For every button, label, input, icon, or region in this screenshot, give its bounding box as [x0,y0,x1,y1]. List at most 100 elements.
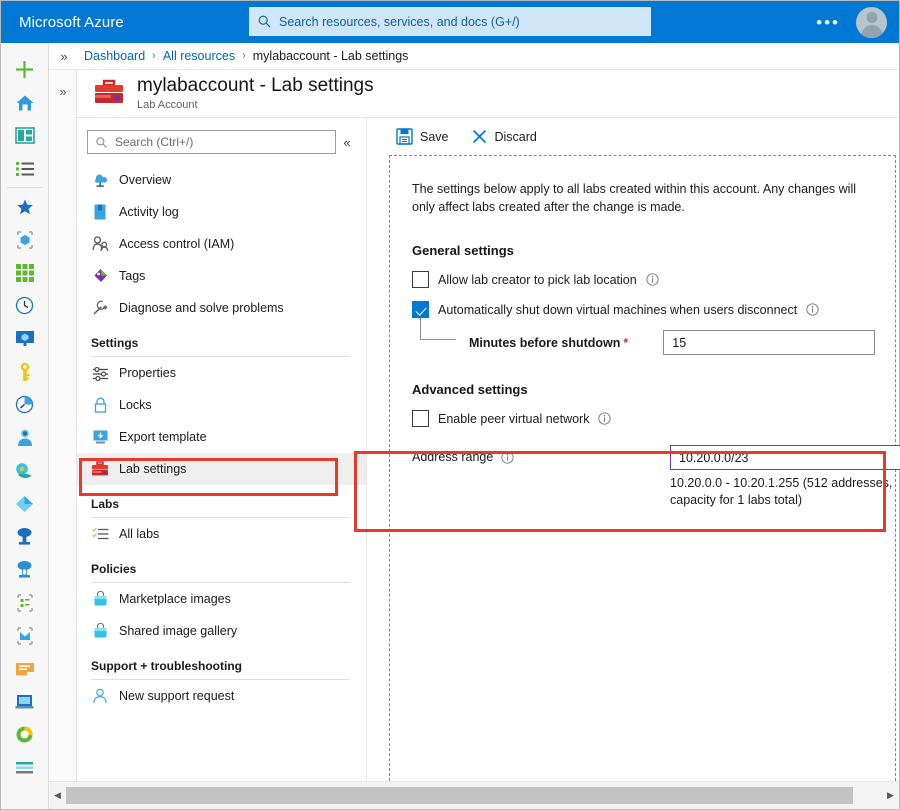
security-center-icon[interactable] [1,652,49,685]
more-rail-icon[interactable] [1,751,49,784]
sidebar-item-label: Shared image gallery [109,624,237,638]
address-range-input[interactable]: 10.20.0.0/23 [670,445,900,470]
cost-management-icon[interactable] [1,454,49,487]
sidebar-item-properties[interactable]: Properties [77,357,366,389]
scrollbar-thumb[interactable] [66,787,853,804]
support-person-icon[interactable] [1,421,49,454]
sidebar-item-label: Export template [109,430,207,444]
storage-accounts-icon[interactable] [1,586,49,619]
all-resources-cube-icon[interactable] [1,223,49,256]
allow-lab-location-checkbox[interactable] [412,271,429,288]
save-button[interactable]: Save [387,124,458,149]
search-placeholder: Search (Ctrl+/) [108,135,193,149]
sidebar-item-shared-image-gallery[interactable]: Shared image gallery [77,615,366,647]
sidebar-item-label: Overview [109,173,171,187]
create-resource-plus-icon[interactable] [1,53,49,86]
auto-shutdown-checkbox[interactable] [412,301,429,318]
breadcrumb-item-all-resources[interactable]: All resources [163,49,235,63]
resource-menu-top-items: Overview Activity log Access control (IA… [77,154,366,324]
blade-header: mylabaccount - Lab settings Lab Account [77,70,899,118]
horizontal-scrollbar[interactable]: ◀ ▶ [49,781,899,809]
lab-account-toolbox-icon [93,79,125,109]
info-icon[interactable] [598,412,611,425]
blade-gutter: » [49,70,77,781]
address-range-row: Address range 10.20.0.0/23 [412,445,875,464]
sidebar-item-access-control[interactable]: Access control (IAM) [77,228,366,260]
breadcrumb-separator: › [145,50,163,62]
subscriptions-icon[interactable] [1,619,49,652]
sql-databases-icon[interactable] [1,520,49,553]
sidebar-item-locks[interactable]: Locks [77,389,366,421]
discard-button[interactable]: Discard [462,124,546,149]
info-icon[interactable] [806,303,819,316]
resource-blade: » mylabaccount - Lab settings Lab Accoun… [49,70,899,781]
monitor-gauge-icon[interactable] [1,388,49,421]
menu-group-labs: Labs [77,485,366,518]
scroll-left-arrow-icon[interactable]: ◀ [49,790,66,801]
resource-groups-grid-icon[interactable] [1,256,49,289]
blade-expand-chevron-icon[interactable]: » [49,84,77,99]
more-options-button[interactable]: ••• [810,14,846,31]
virtual-machines-icon[interactable] [1,553,49,586]
sidebar-item-label: All labs [109,527,159,541]
app-services-icon[interactable] [1,322,49,355]
info-icon[interactable] [501,451,514,464]
sidebar-item-label: Marketplace images [109,592,231,606]
header-actions: ••• [810,1,891,43]
breadcrumb-list: Dashboard › All resources › mylabaccount… [79,49,408,63]
sidebar-item-new-support-request[interactable]: New support request [77,680,366,712]
allow-lab-location-row[interactable]: Allow lab creator to pick lab location [412,271,875,288]
scrollbar-track[interactable] [66,787,882,804]
billing-icon[interactable] [1,718,49,751]
scroll-right-arrow-icon[interactable]: ▶ [882,790,899,801]
avatar[interactable] [856,7,887,38]
menu-group-title: Support + troubleshooting [91,659,350,673]
sidebar-item-lab-settings[interactable]: Lab settings [77,453,366,485]
global-search-input[interactable]: Search resources, services, and docs (G+… [249,7,651,36]
sidebar-item-tags[interactable]: Tags [77,260,366,292]
sidebar-item-diagnose[interactable]: Diagnose and solve problems [77,292,366,324]
all-services-list-icon[interactable] [1,152,49,185]
properties-sliders-icon [91,364,109,382]
key-vault-icon[interactable] [1,355,49,388]
settings-form: The settings below apply to all labs cre… [390,156,895,464]
collapse-menu-icon[interactable]: « [336,135,358,150]
info-icon[interactable] [646,273,659,286]
address-range-label-wrap: Address range [412,445,514,464]
resource-menu-search-row: Search (Ctrl+/) « [77,130,366,154]
sidebar-item-all-labs[interactable]: All labs [77,518,366,550]
sidebar-item-label: Activity log [109,205,179,219]
global-search-placeholder: Search resources, services, and docs (G+… [272,15,520,29]
azure-brand-logo[interactable]: Microsoft Azure [1,14,124,31]
sidebar-item-label: Lab settings [109,462,186,476]
breadcrumb-item-dashboard[interactable]: Dashboard [84,49,145,63]
minutes-before-shutdown-row: Minutes before shutdown* 15 [412,330,875,355]
home-icon[interactable] [1,86,49,119]
dashboard-icon[interactable] [1,119,49,152]
menu-group-labs-items: All labs [77,518,366,550]
access-control-people-icon [91,235,109,253]
shared-gallery-bag-icon [91,622,109,640]
resource-menu: Search (Ctrl+/) « Overview Activity log [77,118,367,781]
minutes-before-shutdown-input[interactable]: 15 [663,330,875,355]
sidebar-item-activity-log[interactable]: Activity log [77,196,366,228]
required-marker: * [620,336,628,350]
command-toolbar: Save Discard [367,118,899,155]
sidebar-item-export-template[interactable]: Export template [77,421,366,453]
breadcrumb-expand-toggle[interactable]: » [49,49,79,64]
favorites-star-icon[interactable] [1,190,49,223]
sidebar-item-label: Access control (IAM) [109,237,234,251]
enable-peer-network-checkbox[interactable] [412,410,429,427]
advisor-icon[interactable] [1,685,49,718]
azure-ad-icon[interactable] [1,487,49,520]
sidebar-item-overview[interactable]: Overview [77,164,366,196]
recent-clock-icon[interactable] [1,289,49,322]
auto-shutdown-row[interactable]: Automatically shut down virtual machines… [412,301,875,318]
menu-group-title: Policies [91,562,350,576]
settings-form-region: The settings below apply to all labs cre… [389,155,896,781]
search-input[interactable]: Search (Ctrl+/) [87,130,336,154]
sidebar-item-marketplace-images[interactable]: Marketplace images [77,583,366,615]
page-subtitle: Lab Account [137,97,374,112]
enable-peer-network-row[interactable]: Enable peer virtual network [412,410,875,427]
settings-description: The settings below apply to all labs cre… [412,180,875,216]
